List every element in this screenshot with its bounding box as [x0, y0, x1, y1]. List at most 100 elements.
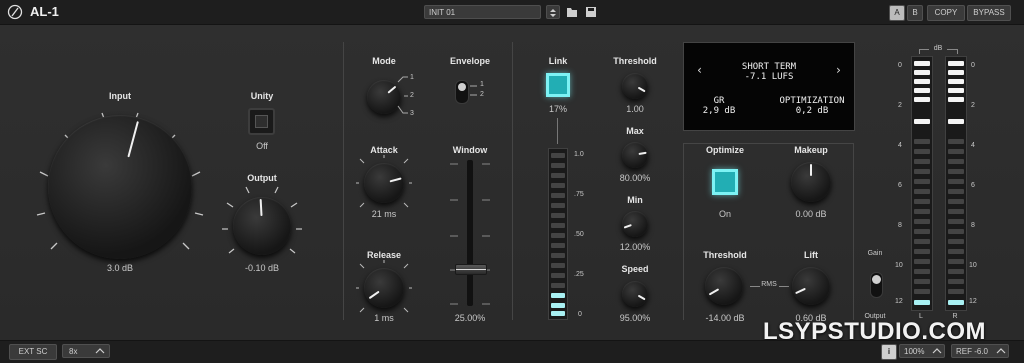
link-scale-025: .25: [574, 271, 584, 278]
makeup-label: Makeup: [794, 145, 828, 155]
meter-right: [945, 56, 967, 311]
speed-label: Speed: [621, 264, 649, 274]
divider: [683, 143, 853, 144]
speed-value: 95.00%: [619, 313, 651, 323]
zoom-value: 100%: [904, 347, 925, 356]
meter-bracket: [919, 49, 929, 50]
ab-b-button[interactable]: B: [907, 5, 923, 21]
mode-label: Mode: [372, 56, 396, 66]
meter-scale-left: 8: [898, 222, 902, 229]
meter-scale-right: 4: [971, 142, 975, 149]
attack-value: 21 ms: [371, 209, 397, 219]
min-label: Min: [627, 195, 643, 205]
chevron-up-icon: [95, 348, 105, 354]
divider: [343, 42, 344, 320]
rms-label: RMS: [761, 281, 777, 288]
meter-bracket: [919, 49, 920, 54]
info-button[interactable]: i: [881, 344, 897, 360]
release-knob[interactable]: [364, 268, 404, 308]
bypass-button[interactable]: BYPASS: [967, 5, 1011, 21]
gain-output-switch[interactable]: [870, 272, 883, 298]
ref-value: REF -6.0: [956, 347, 989, 356]
optimize-toggle[interactable]: [712, 169, 738, 195]
chevron-up-icon: [932, 348, 942, 354]
feather-circle-icon: [7, 4, 23, 20]
output-knob[interactable]: [233, 197, 291, 255]
optimize-state: On: [718, 209, 731, 219]
meter-scale-left: 2: [898, 102, 902, 109]
lift-label: Lift: [804, 250, 818, 260]
mode-knob-indicator: [387, 86, 397, 95]
display-opt-value: 0,2 dB: [795, 106, 829, 116]
input-value: 3.0 dB: [106, 263, 134, 273]
threshold-left-value: 1.00: [626, 104, 644, 114]
bottom-bar: [0, 340, 1024, 363]
oversample-value: 8x: [69, 347, 78, 356]
knob-indicator: [637, 86, 646, 93]
attack-knob[interactable]: [364, 163, 404, 203]
meter-scale-left: 0: [898, 62, 902, 69]
meter-scale-right: 0: [971, 62, 975, 69]
meter-scale-right: 12: [969, 298, 977, 305]
meter-scale-left: 4: [898, 142, 902, 149]
link-toggle[interactable]: [546, 73, 570, 97]
min-knob[interactable]: [622, 211, 648, 237]
meter-scale-right: 6: [971, 182, 975, 189]
max-knob[interactable]: [622, 142, 648, 168]
min-value: 12.00%: [619, 242, 651, 252]
envelope-label: Envelope: [449, 56, 490, 66]
threshold-right-value: -14.00 dB: [705, 313, 745, 323]
ab-a-button[interactable]: A: [889, 5, 905, 21]
makeup-value: 0.00 dB: [795, 209, 827, 219]
link-scale-1: 1.0: [574, 151, 584, 158]
unity-toggle[interactable]: [248, 108, 275, 135]
lift-knob[interactable]: [792, 267, 830, 305]
window-slider-handle[interactable]: [455, 264, 487, 275]
envelope-switch[interactable]: [455, 80, 469, 104]
top-bar: AL-1 INIT 01 A B COPY BYPASS: [0, 0, 1024, 25]
link-scale-075: .75: [574, 191, 584, 198]
ext-sc-button[interactable]: EXT SC: [9, 344, 57, 360]
save-icon[interactable]: [584, 5, 598, 19]
mode-option-3: 3: [410, 110, 414, 117]
display-mode: SHORT TERM: [741, 62, 797, 72]
release-label: Release: [366, 250, 402, 260]
envelope-option-1: 1: [480, 81, 484, 88]
knob-indicator: [810, 163, 812, 176]
knob-indicator: [795, 287, 807, 294]
window-slider-track[interactable]: [467, 160, 473, 306]
threshold-right-knob[interactable]: [705, 267, 743, 305]
chevron-up-icon: [996, 348, 1006, 354]
attack-knob-indicator: [389, 176, 402, 183]
input-knob[interactable]: [48, 115, 192, 259]
meter-scale-right: 8: [971, 222, 975, 229]
copy-button[interactable]: COPY: [927, 5, 965, 21]
release-value: 1 ms: [374, 313, 394, 323]
preset-stepper[interactable]: [546, 5, 560, 19]
release-knob-indicator: [368, 290, 380, 299]
speed-knob[interactable]: [622, 281, 648, 307]
divider: [512, 42, 513, 320]
gain-label: Gain: [867, 250, 883, 257]
mode-scale: [397, 76, 408, 114]
mode-option-1: 1: [410, 74, 414, 81]
divider: [683, 143, 684, 320]
link-meter: [548, 148, 568, 320]
link-pointer-line: [557, 118, 558, 144]
makeup-knob[interactable]: [791, 162, 831, 202]
threshold-left-knob[interactable]: [622, 73, 648, 99]
app-title: AL-1: [30, 4, 59, 19]
meter-bracket: [947, 49, 957, 50]
folder-icon[interactable]: [565, 5, 579, 19]
meter-scale-left: 6: [898, 182, 902, 189]
knob-indicator: [623, 224, 632, 229]
rms-link-line: [779, 286, 789, 287]
preset-field[interactable]: INIT 01: [424, 5, 541, 19]
meter-left: [911, 56, 933, 311]
attack-label: Attack: [370, 145, 398, 155]
envelope-option-2: 2: [480, 91, 484, 98]
link-scale-050: .50: [574, 231, 584, 238]
output-knob-indicator: [259, 199, 263, 217]
display-gr-value: 2,9 dB: [702, 106, 736, 116]
meter-scale-left: 12: [895, 298, 903, 305]
